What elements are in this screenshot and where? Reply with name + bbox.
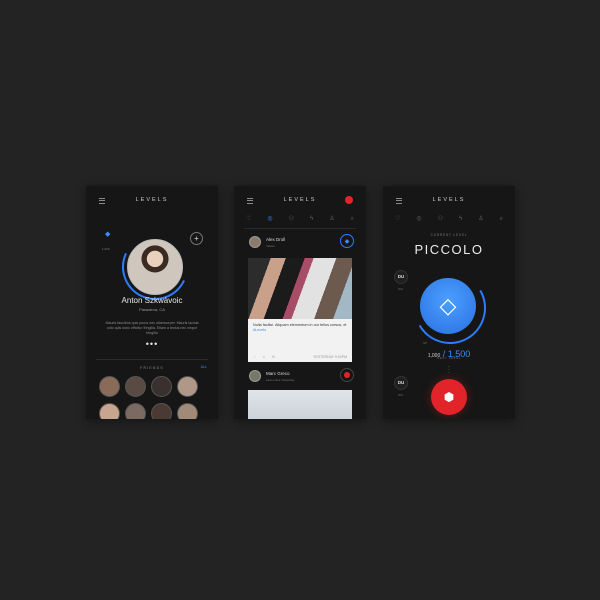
tab-heart-icon[interactable]: ♡ — [246, 213, 251, 225]
profile-screen: LEVELS ◆ 1,000 + Anton Szkwàvoic Pasaden… — [86, 186, 218, 419]
next-level-number: 004 — [398, 393, 404, 397]
tab-bar: ♡ ◎ ⚇ ϟ ♙ ⌕ — [387, 213, 511, 225]
current-level-badge: DU — [394, 270, 408, 284]
post-subtitle: Yellow — [266, 244, 275, 248]
tab-bar: ♡ ◎ ⚇ ϟ ♙ ⌕ — [238, 213, 362, 225]
profile-location: Pasadena, CA — [139, 307, 165, 312]
hashtag-link[interactable]: #Levels — [253, 328, 266, 332]
tab-people-icon[interactable]: ⚇ — [438, 213, 443, 225]
post-author-avatar[interactable] — [249, 370, 261, 382]
divider — [96, 359, 208, 360]
post-photo — [248, 258, 352, 319]
post-date: YESTERDAY 9:00PM — [313, 355, 347, 359]
post-text: Nulla facilisi. Aliquam elementum in our… — [248, 319, 352, 333]
level-up-button[interactable]: ⬢ — [431, 379, 467, 415]
tab-people-icon[interactable]: ⚇ — [289, 213, 294, 225]
diamond-icon[interactable]: ◆ — [340, 234, 354, 248]
tab-profile-icon[interactable]: ♙ — [478, 213, 483, 225]
profile-bio: Mauris faucibus quis purus nec ullamcorp… — [105, 321, 199, 335]
current-level-label: CURRENT LEVEL — [430, 233, 468, 237]
friend-avatar[interactable] — [99, 376, 120, 397]
friend-avatar[interactable] — [125, 403, 146, 419]
post-text-main: Nulla facilisi. Aliquam elementum in our… — [253, 323, 347, 327]
post-author[interactable]: Marc Greco — [266, 371, 290, 376]
post-author[interactable]: Alex Droll — [266, 237, 285, 242]
app-title: LEVELS — [432, 197, 466, 203]
profile-name: Anton Szkwàvoic — [121, 296, 183, 305]
more-icon: · · · — [448, 364, 450, 376]
post-subtitle: Last online Yesterday — [266, 378, 295, 382]
tab-feed-icon[interactable]: ◎ — [267, 213, 272, 225]
friend-avatar[interactable] — [151, 403, 172, 419]
more-button[interactable]: ••• — [86, 340, 218, 349]
alert-badge-icon[interactable] — [340, 368, 354, 382]
level-screen: LEVELS ♡ ◎ ⚇ ϟ ♙ ⌕ CURRENT LEVEL PICCOLO… — [383, 186, 515, 419]
tab-heart-icon[interactable]: ♡ — [395, 213, 400, 225]
friend-avatar[interactable] — [99, 403, 120, 419]
current-level-number: 003 — [398, 287, 404, 291]
friend-avatar[interactable] — [177, 376, 198, 397]
header: LEVELS — [86, 194, 218, 208]
app-title: LEVELS — [135, 197, 169, 203]
post-card[interactable] — [248, 390, 352, 419]
divider — [244, 228, 356, 229]
tab-energy-icon[interactable]: ϟ — [310, 213, 313, 225]
level-name: PICCOLO — [414, 242, 484, 257]
header: LEVELS — [383, 194, 515, 208]
post-author-avatar[interactable] — [249, 236, 261, 248]
diamond-icon: ◆ — [105, 231, 111, 238]
friends-grid — [99, 376, 209, 419]
add-friend-button[interactable]: + — [190, 232, 203, 245]
feed-screen: LEVELS ♡ ◎ ⚇ ϟ ♙ ⌕ Alex Droll Yellow ◆ N… — [234, 186, 366, 419]
tab-profile-icon[interactable]: ♙ — [329, 213, 334, 225]
avatar[interactable] — [127, 239, 183, 295]
level-points: 1,000 — [102, 247, 110, 251]
next-level-badge: DU — [394, 376, 408, 390]
tab-energy-icon[interactable]: ϟ — [459, 213, 462, 225]
comment-icon[interactable]: ☺ — [262, 355, 266, 359]
share-icon[interactable]: ⟲ — [272, 355, 275, 359]
friends-all-link[interactable]: ALL — [201, 365, 207, 369]
friends-label: FRIENDS — [140, 366, 164, 370]
friend-avatar[interactable] — [125, 376, 146, 397]
tab-search-icon[interactable]: ⌕ — [500, 213, 503, 225]
friend-avatar[interactable] — [151, 376, 172, 397]
next-level-label: NEXT LEVEL — [436, 356, 462, 360]
diamond-icon: ◇ — [439, 293, 457, 318]
notification-icon[interactable] — [345, 196, 353, 204]
tab-search-icon[interactable]: ⌕ — [351, 213, 354, 225]
post-actions: ♡ ☺ ⟲ YESTERDAY 9:00PM — [253, 355, 347, 359]
friend-avatar[interactable] — [177, 403, 198, 419]
post-card[interactable]: Nulla facilisi. Aliquam elementum in our… — [248, 258, 352, 362]
tab-feed-icon[interactable]: ◎ — [416, 213, 421, 225]
like-icon[interactable]: ♡ — [253, 355, 256, 359]
